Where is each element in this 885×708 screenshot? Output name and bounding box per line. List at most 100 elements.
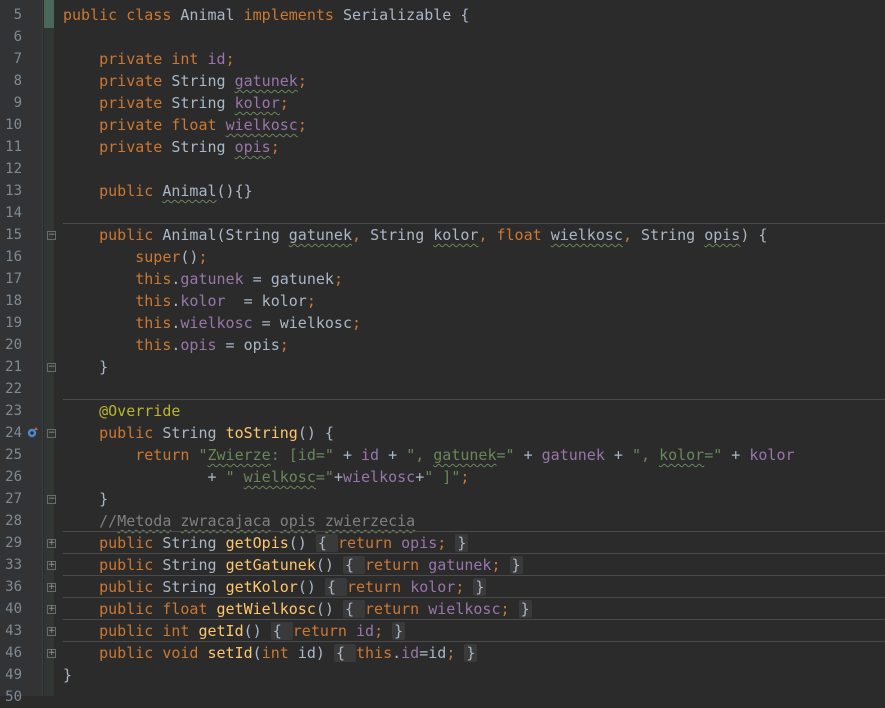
fold-expand-icon[interactable]: + <box>47 649 56 658</box>
code-text[interactable]: public float getWielkosc() { return wiel… <box>63 598 532 620</box>
line-number[interactable]: 6 <box>0 26 22 48</box>
code-text[interactable]: public int getId() { return id; } <box>63 620 406 642</box>
line-number[interactable]: 28 <box>0 510 22 532</box>
code-editor[interactable]: 5 public class Animal implements Serializ… <box>0 0 885 705</box>
code-text[interactable]: private String kolor; <box>63 92 289 114</box>
line-number[interactable]: 13 <box>0 180 22 202</box>
line-number[interactable]: 46 <box>0 642 22 664</box>
code-line[interactable]: 7 private int id; <box>0 48 885 70</box>
code-line[interactable]: 15 − public Animal(String gatunek, String… <box>0 224 885 246</box>
line-number[interactable]: 23 <box>0 400 22 422</box>
line-number[interactable]: 20 <box>0 334 22 356</box>
line-number[interactable]: 5 <box>0 4 22 26</box>
code-text[interactable]: @Override <box>63 400 180 422</box>
line-number[interactable]: 33 <box>0 554 22 576</box>
line-number[interactable]: 22 <box>0 378 22 400</box>
line-number[interactable]: 27 <box>0 488 22 510</box>
code-text[interactable]: public String toString() { <box>63 422 334 444</box>
line-number[interactable]: 40 <box>0 598 22 620</box>
code-line[interactable]: 16 super(); <box>0 246 885 268</box>
code-line[interactable]: 27 − } <box>0 488 885 510</box>
code-text[interactable]: private float wielkosc; <box>63 114 307 136</box>
line-number[interactable]: 26 <box>0 466 22 488</box>
fold-collapse-icon[interactable]: − <box>47 429 56 438</box>
code-text[interactable]: public class Animal implements Serializa… <box>63 4 469 26</box>
code-line[interactable]: 33 + public String getGatunek() { return … <box>0 554 885 576</box>
line-number[interactable]: 29 <box>0 532 22 554</box>
code-text[interactable]: this.wielkosc = wielkosc; <box>63 312 361 334</box>
fold-end-icon[interactable]: − <box>47 495 56 504</box>
fold-end-icon[interactable]: − <box>47 363 56 372</box>
code-line[interactable]: 49} <box>0 664 885 686</box>
line-number[interactable]: 18 <box>0 290 22 312</box>
code-line[interactable]: 36 + public String getKolor() { return ko… <box>0 576 885 598</box>
line-number[interactable]: 17 <box>0 268 22 290</box>
fold-collapse-icon[interactable]: − <box>47 231 56 240</box>
code-text[interactable]: public String getOpis() { return opis; } <box>63 532 469 554</box>
line-number[interactable]: 8 <box>0 70 22 92</box>
override-method-icon[interactable] <box>27 426 39 438</box>
fold-expand-icon[interactable]: + <box>47 627 56 636</box>
line-number[interactable]: 50 <box>0 686 22 708</box>
line-number[interactable]: 15 <box>0 224 22 246</box>
line-number[interactable]: 14 <box>0 202 22 224</box>
code-line[interactable]: 26 + " wielkosc="+wielkosc+" ]"; <box>0 466 885 488</box>
line-number[interactable]: 12 <box>0 158 22 180</box>
code-text[interactable]: } <box>63 664 72 686</box>
code-line[interactable]: 17 this.gatunek = gatunek; <box>0 268 885 290</box>
code-line[interactable]: 8 private String gatunek; <box>0 70 885 92</box>
line-number[interactable]: 11 <box>0 136 22 158</box>
code-line[interactable]: 20 this.opis = opis; <box>0 334 885 356</box>
line-number[interactable]: 36 <box>0 576 22 598</box>
code-text[interactable]: public String getKolor() { return kolor;… <box>63 576 487 598</box>
code-line[interactable]: 21 − } <box>0 356 885 378</box>
code-line[interactable]: 29 + public String getOpis() { return opi… <box>0 532 885 554</box>
code-line[interactable]: 28 //Metoda zwracajaca opis zwierzecia <box>0 510 885 532</box>
code-text[interactable]: super(); <box>63 246 207 268</box>
code-line[interactable]: 46 + public void setId(int id) { this.id=… <box>0 642 885 664</box>
code-text[interactable]: } <box>63 488 108 510</box>
code-line[interactable]: 18 this.kolor = kolor; <box>0 290 885 312</box>
code-text[interactable]: public void setId(int id) { this.id=id; … <box>63 642 478 664</box>
code-text[interactable]: private String gatunek; <box>63 70 307 92</box>
fold-expand-icon[interactable]: + <box>47 605 56 614</box>
code-line[interactable]: 12 <box>0 158 885 180</box>
code-text[interactable]: this.gatunek = gatunek; <box>63 268 343 290</box>
code-line[interactable]: 6 <box>0 26 885 48</box>
code-line[interactable]: 19 this.wielkosc = wielkosc; <box>0 312 885 334</box>
fold-expand-icon[interactable]: + <box>47 539 56 548</box>
code-line[interactable]: 14 <box>0 202 885 224</box>
code-text[interactable]: private int id; <box>63 48 234 70</box>
code-line[interactable]: 40 + public float getWielkosc() { return … <box>0 598 885 620</box>
fold-expand-icon[interactable]: + <box>47 583 56 592</box>
code-text[interactable]: + " wielkosc="+wielkosc+" ]"; <box>63 466 470 488</box>
code-text[interactable]: return "Zwierze: [id=" + id + ", gatunek… <box>63 444 794 466</box>
line-number[interactable]: 10 <box>0 114 22 136</box>
code-line[interactable]: 25 return "Zwierze: [id=" + id + ", gatu… <box>0 444 885 466</box>
code-text[interactable]: this.opis = opis; <box>63 334 289 356</box>
code-line[interactable]: 23 @Override <box>0 400 885 422</box>
code-line[interactable]: 50 <box>0 686 885 708</box>
code-line[interactable]: 11 private String opis; <box>0 136 885 158</box>
line-number[interactable]: 19 <box>0 312 22 334</box>
line-number[interactable]: 49 <box>0 664 22 686</box>
code-line[interactable]: 9 private String kolor; <box>0 92 885 114</box>
code-line[interactable]: 22 <box>0 378 885 400</box>
line-number[interactable]: 24 <box>0 422 22 444</box>
line-number[interactable]: 16 <box>0 246 22 268</box>
code-text[interactable]: } <box>63 356 108 378</box>
code-line[interactable]: 43 + public int getId() { return id; } <box>0 620 885 642</box>
code-line[interactable]: 13 public Animal(){} <box>0 180 885 202</box>
code-line[interactable]: 5 public class Animal implements Serializ… <box>0 4 885 26</box>
line-number[interactable]: 43 <box>0 620 22 642</box>
code-line[interactable]: 24 − public String toString() { <box>0 422 885 444</box>
line-number[interactable]: 7 <box>0 48 22 70</box>
code-text[interactable]: this.kolor = kolor; <box>63 290 316 312</box>
code-text[interactable]: private String opis; <box>63 136 280 158</box>
fold-expand-icon[interactable]: + <box>47 561 56 570</box>
line-number[interactable]: 9 <box>0 92 22 114</box>
code-text[interactable]: public Animal(){} <box>63 180 253 202</box>
code-text[interactable]: //Metoda zwracajaca opis zwierzecia <box>63 510 415 532</box>
code-line[interactable]: 10 private float wielkosc; <box>0 114 885 136</box>
code-text[interactable]: public String getGatunek() { return gatu… <box>63 554 523 576</box>
